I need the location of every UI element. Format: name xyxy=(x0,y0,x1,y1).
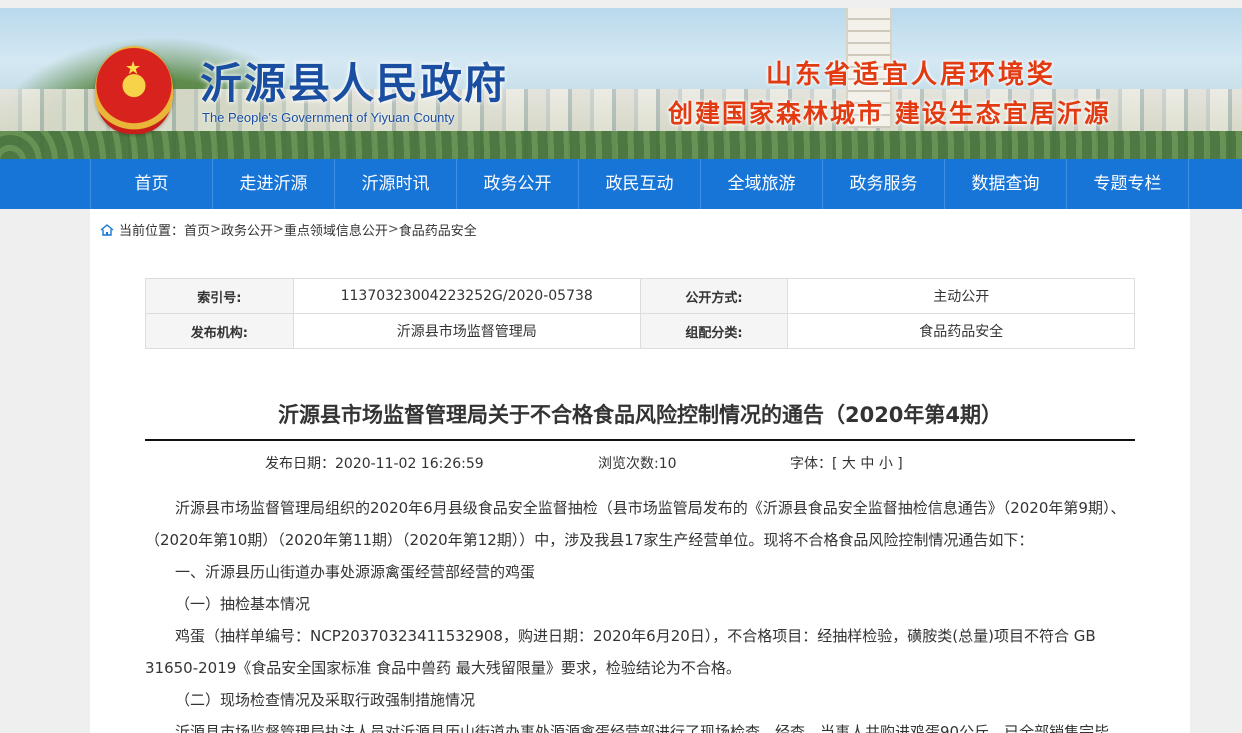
font-size-medium-button[interactable]: 中 xyxy=(860,456,874,472)
publish-date: 发布日期：2020-11-02 16:26:59 xyxy=(265,456,484,472)
view-count: 浏览次数:10 xyxy=(598,456,677,472)
document-meta-table: 索引号: 11370323004223252G/2020-05738 公开方式:… xyxy=(145,278,1135,349)
breadcrumb-separator: > xyxy=(387,222,399,237)
header-banner: ★ 沂源县人民政府 The People's Government of Yiy… xyxy=(0,8,1242,159)
index-value: 11370323004223252G/2020-05738 xyxy=(292,278,641,314)
national-emblem-icon: ★ xyxy=(95,46,173,134)
breadcrumb-gov-affairs[interactable]: 政务公开 xyxy=(221,220,273,239)
article-body: 沂源县市场监督管理局组织的2020年6月县级食品安全监督抽检（县市场监管局发布的… xyxy=(145,492,1135,733)
category-label: 组配分类: xyxy=(639,313,789,349)
breadcrumb-key-areas[interactable]: 重点领域信息公开 xyxy=(284,220,388,239)
home-icon xyxy=(100,223,114,236)
article-paragraph: （二）现场检查情况及采取行政强制措施情况 xyxy=(175,691,476,709)
breadcrumb-separator: > xyxy=(210,222,221,237)
title-divider xyxy=(145,439,1135,441)
public-method-label: 公开方式: xyxy=(639,278,789,314)
font-size-large-button[interactable]: 大 xyxy=(842,456,856,472)
nav-item-news[interactable]: 沂源时讯 xyxy=(335,159,457,209)
site-title[interactable]: 沂源县人民政府 xyxy=(200,50,508,111)
font-size-switcher: 字体：[ 大 中 小 ] xyxy=(790,453,903,473)
nav-item-tourism[interactable]: 全域旅游 xyxy=(701,159,823,209)
nav-item-services[interactable]: 政务服务 xyxy=(823,159,945,209)
meta-row: 发布机构: 沂源县市场监督管理局 组配分类: 食品药品安全 xyxy=(145,313,1135,349)
font-size-small-button[interactable]: 小 xyxy=(879,456,893,472)
breadcrumb-home[interactable]: 首页 xyxy=(184,220,210,239)
category-value: 食品药品安全 xyxy=(787,313,1135,349)
article-paragraph: （一）抽检基本情况 xyxy=(175,595,311,613)
slogan-line-2: 创建国家森林城市 建设生态宜居沂源 xyxy=(668,99,1111,128)
nav-item-gov-affairs[interactable]: 政务公开 xyxy=(457,159,579,209)
nav-item-interaction[interactable]: 政民互动 xyxy=(579,159,701,209)
nav-item-home[interactable]: 首页 xyxy=(91,159,213,209)
slogan-line-1: 山东省适宜人居环境奖 xyxy=(766,60,1057,90)
breadcrumb-prefix: 当前位置： xyxy=(119,224,185,239)
publisher-label: 发布机构: xyxy=(145,313,294,349)
nav-item-topics[interactable]: 专题专栏 xyxy=(1067,159,1189,209)
article-paragraph: 鸡蛋（抽样单编号：NCP20370323411532908，购进日期：2020年… xyxy=(145,627,1096,677)
font-size-label: 字体：[ xyxy=(790,456,838,472)
nav-item-data-query[interactable]: 数据查询 xyxy=(945,159,1067,209)
breadcrumb-food-drug-safety[interactable]: 食品药品安全 xyxy=(399,220,477,239)
banner-trees-art xyxy=(0,131,1242,159)
breadcrumb-separator: > xyxy=(272,222,284,237)
nav-item-about[interactable]: 走进沂源 xyxy=(213,159,335,209)
main-nav: 首页 走进沂源 沂源时讯 政务公开 政民互动 全域旅游 政务服务 数据查询 专题… xyxy=(0,159,1242,209)
public-method-value: 主动公开 xyxy=(787,278,1135,314)
article-title: 沂源县市场监督管理局关于不合格食品风险控制情况的通告（2020年第4期） xyxy=(277,403,1003,427)
article-info-bar: 发布日期：2020-11-02 16:26:59 浏览次数:10 字体：[ 大 … xyxy=(145,453,1135,473)
font-size-bracket: ] xyxy=(897,456,903,472)
meta-row: 索引号: 11370323004223252G/2020-05738 公开方式:… xyxy=(145,278,1135,314)
content-panel: 当前位置： 首页 > 政务公开 > 重点领域信息公开 > 食品药品安全 索引号:… xyxy=(90,209,1190,733)
breadcrumb: 当前位置： 首页 > 政务公开 > 重点领域信息公开 > 食品药品安全 xyxy=(100,220,477,239)
article-paragraph: 沂源县市场监督管理局执法人员对沂源县历山街道办事处源源禽蛋经营部进行了现场检查，… xyxy=(175,723,1125,733)
publisher-value: 沂源县市场监督管理局 xyxy=(292,313,641,349)
article-paragraph: 一、沂源县历山街道办事处源源禽蛋经营部经营的鸡蛋 xyxy=(175,563,536,581)
article-paragraph: 沂源县市场监督管理局组织的2020年6月县级食品安全监督抽检（县市场监管局发布的… xyxy=(145,499,1126,549)
index-label: 索引号: xyxy=(145,278,294,314)
site-subtitle: The People's Government of Yiyuan County xyxy=(202,110,455,125)
